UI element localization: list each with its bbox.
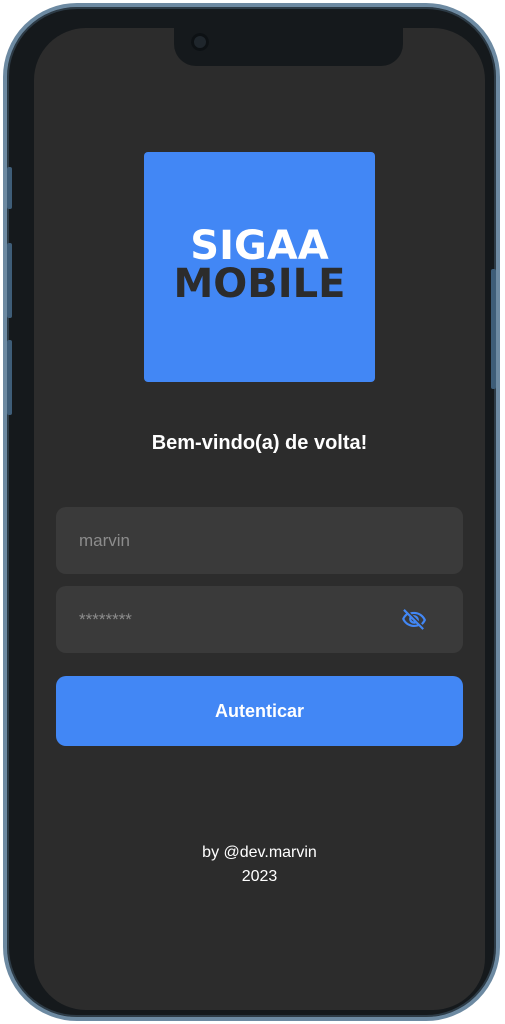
footer-year: 2023: [241, 868, 278, 885]
footer-author: by @dev.marvin: [202, 844, 317, 861]
phone-frame: SIGAA MOBILE Bem-vindo(a) de volta! marv…: [3, 3, 500, 1021]
front-camera-icon: [191, 33, 209, 51]
volume-down-button: [7, 340, 12, 415]
app-logo: SIGAA MOBILE: [144, 152, 375, 382]
username-value: marvin: [79, 530, 131, 550]
eye-off-icon[interactable]: [401, 607, 427, 633]
welcome-message: Bem-vindo(a) de volta!: [151, 432, 368, 454]
username-field[interactable]: marvin: [56, 507, 463, 574]
mute-switch: [7, 167, 12, 209]
power-button: [491, 269, 496, 389]
footer: by @dev.marvin 2023: [34, 841, 485, 889]
password-value: ********: [79, 609, 132, 629]
volume-up-button: [7, 243, 12, 318]
password-field[interactable]: ********: [56, 586, 463, 653]
logo-subtitle: MOBILE: [173, 261, 346, 307]
notch: [174, 28, 403, 66]
app-screen: SIGAA MOBILE Bem-vindo(a) de volta! marv…: [34, 28, 485, 1010]
authenticate-button[interactable]: Autenticar: [56, 676, 463, 746]
